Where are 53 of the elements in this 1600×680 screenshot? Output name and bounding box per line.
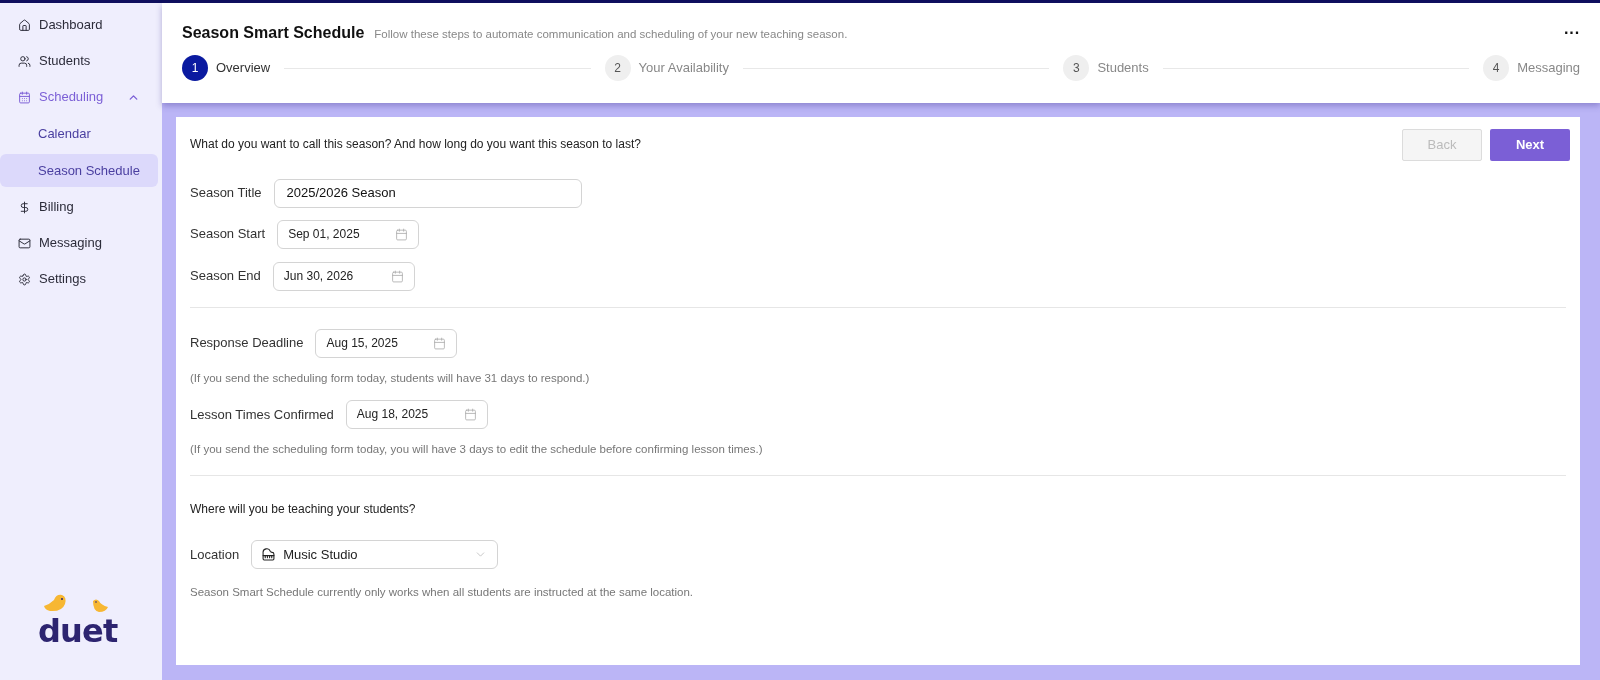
field-label: Season Title [190,184,262,203]
sidebar-label: Scheduling [39,88,104,107]
envelope-icon [18,236,31,250]
help-note: (If you send the scheduling form today, you will have 3 days to edit the schedule before confirming lesson times.) [190,442,764,458]
next-button[interactable]: Next [1490,129,1570,161]
section-prompt: Where will you be teaching your students? [190,500,416,518]
section-prompt: What do you want to call this season? And how long do you want this season to last? [190,136,641,153]
calendar-icon [433,336,447,350]
sidebar-item[interactable]: Scheduling [0,79,158,115]
step[interactable]: 1 Overview [182,55,271,81]
date-field[interactable]: Sep 01, 2025 [277,219,420,249]
field-label: Response Deadline [190,334,304,353]
more-menu-button[interactable]: ··· [1564,25,1580,41]
sidebar-label: Billing [39,198,74,217]
page-title: Season Smart Schedule [182,23,365,43]
field-label: Location [190,545,240,564]
help-note: (If you send the scheduling form today, students will have 31 days to respond.) [190,371,591,386]
field-label: Season Start [190,225,266,244]
sidebar-item[interactable]: Settings [0,261,158,297]
date-field[interactable]: Aug 15, 2025 [315,328,458,358]
location-select[interactable]: Music Studio [251,540,499,569]
duet-logo: duet [38,615,118,647]
calendar-icon [463,407,477,421]
people-icon [18,54,31,68]
date-field[interactable]: Aug 18, 2025 [345,399,488,429]
piano-icon [262,548,276,561]
sidebar-item[interactable]: Students [0,43,158,79]
sidebar-item[interactable]: Messaging [0,225,158,261]
dollar-icon [18,200,31,214]
help-note: Season Smart Schedule currently only works when all students are instructed at the same location. [190,584,695,600]
page-subtitle: Follow these steps to automate communication and scheduling of your new teaching season. [374,27,848,42]
text-field[interactable]: 2025/2026 Season [273,178,582,208]
calendar-icon [18,90,31,104]
sidebar-label: Dashboard [39,16,103,35]
bird-icon [90,599,110,614]
sidebar-label: Messaging [39,234,102,253]
sidebar-item[interactable]: Dashboard [0,7,158,43]
step[interactable]: 4 Messaging [1483,55,1580,81]
sidebar-item[interactable]: Billing [0,189,158,225]
bird-icon [42,594,68,614]
sidebar-subitem[interactable]: Calendar [0,117,158,150]
settings-icon [18,272,31,286]
calendar-icon [390,269,404,283]
date-field[interactable]: Jun 30, 2026 [272,261,415,291]
sidebar-label: Students [39,52,91,71]
sidebar-subitem[interactable]: Season Schedule [0,154,158,187]
step[interactable]: 2 Your Availability [604,55,729,81]
field-label: Lesson Times Confirmed [190,405,334,424]
step[interactable]: 3 Students [1063,55,1149,81]
field-label: Season End [190,267,261,286]
sidebar-label: Settings [39,270,86,289]
home-icon [18,18,31,32]
calendar-icon [395,227,409,241]
